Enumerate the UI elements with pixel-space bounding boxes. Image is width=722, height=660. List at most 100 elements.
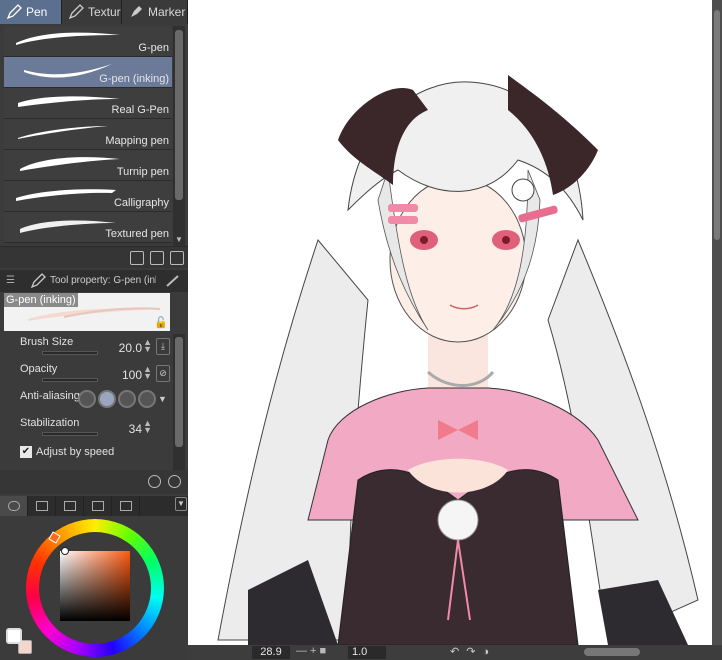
brush-list-toolbar: [0, 246, 188, 268]
brush-item-real-g-pen[interactable]: Real G-Pen: [4, 88, 172, 119]
spinner-icon[interactable]: ▲ ▼: [143, 365, 152, 381]
tool-property-header: ☰ Tool property: G-pen (inking): [0, 270, 188, 292]
tab-color-wheel[interactable]: [0, 496, 28, 516]
brush-label: Real G-Pen: [111, 104, 169, 116]
canvas-area: 28.9 — + ■ 1.0 ↶↷◑: [188, 0, 722, 660]
aa-weak-button[interactable]: [98, 390, 116, 408]
spinner-icon[interactable]: ▲ ▼: [143, 338, 152, 354]
tab-texture[interactable]: Texture: [62, 0, 122, 24]
stroke-preview-icon: [20, 157, 120, 171]
tab-color-slider[interactable]: [28, 496, 56, 516]
canvas-vertical-scrollbar[interactable]: [712, 0, 722, 645]
pen-icon: [6, 4, 22, 20]
tool-property-footer: [0, 470, 188, 494]
scrollbar-thumb[interactable]: [175, 337, 183, 447]
tab-label: Pen: [26, 5, 48, 19]
duplicate-icon[interactable]: [150, 251, 164, 265]
aa-medium-button[interactable]: [118, 390, 136, 408]
slider-icon: [35, 501, 48, 511]
saturation-value-square[interactable]: [60, 547, 130, 621]
color-panel-tabs: [0, 496, 188, 516]
adjust-by-speed-checkbox[interactable]: ✔ Adjust by speed: [20, 446, 114, 458]
brush-preview: G-pen (inking) 🔓: [4, 293, 170, 331]
aa-none-button[interactable]: [78, 390, 96, 408]
brush-item-calligraphy[interactable]: Calligraphy: [4, 181, 172, 212]
chevron-down-icon[interactable]: ▼: [173, 234, 185, 246]
aa-strong-button[interactable]: [138, 390, 156, 408]
wrench-icon[interactable]: [168, 475, 181, 488]
brush-list: G-pen G-pen (inking) Real G-Pen Mapping …: [4, 26, 172, 244]
zoom-controls[interactable]: — + ■: [296, 645, 326, 657]
lock-icon[interactable]: 🔓: [154, 316, 168, 329]
tool-property-list: Brush Size 20.0 ▲ ▼ ⤓ Opacity 100 ▲ ▼ ⊘ An…: [14, 334, 172, 458]
tab-approximate-color[interactable]: [112, 496, 140, 516]
scrollbar-thumb[interactable]: [714, 10, 720, 240]
stabilization-slider[interactable]: [42, 432, 98, 436]
stroke-preview-icon: [16, 189, 116, 201]
left-panel: Pen Texture Marker G-pen G-pen (inking): [0, 0, 188, 660]
wrench-icon: [30, 273, 46, 289]
brush-item-g-pen-inking[interactable]: G-pen (inking): [4, 57, 172, 88]
drawing-canvas[interactable]: [188, 0, 712, 645]
brush-item-g-pen[interactable]: G-pen: [4, 26, 172, 57]
zoom-value[interactable]: 28.9: [252, 646, 290, 659]
preview-brush-name: G-pen (inking): [4, 293, 78, 307]
property-label: Anti-aliasing: [20, 390, 80, 402]
chevron-down-icon[interactable]: ▼: [175, 497, 187, 511]
canvas-status-bar: 28.9 — + ■ 1.0 ↶↷◑: [188, 645, 722, 660]
brush-label: G-pen: [138, 42, 169, 54]
tab-label: Texture: [88, 5, 121, 19]
brush-item-textured-pen[interactable]: Textured pen: [4, 212, 172, 243]
navigation-icons[interactable]: ↶↷◑: [450, 645, 496, 658]
property-brush-size: Brush Size 20.0 ▲ ▼ ⤓: [14, 334, 172, 361]
opacity-settings-icon[interactable]: ⊘: [156, 365, 170, 382]
brush-label: Turnip pen: [116, 166, 169, 178]
brush-list-scrollbar[interactable]: ▼: [173, 26, 185, 246]
property-stabilization: Stabilization 34 ▲ ▼: [14, 415, 172, 442]
chevron-down-icon[interactable]: ▼: [158, 390, 170, 408]
canvas-horizontal-scrollbar[interactable]: [584, 648, 640, 656]
palette-icon: [63, 501, 76, 511]
brush-size-download-icon[interactable]: ⤓: [156, 338, 170, 355]
tab-label: Marker: [148, 5, 186, 19]
anti-aliasing-options: ▼: [78, 390, 170, 408]
brush-label: Mapping pen: [105, 135, 169, 147]
artwork-illustration: [217, 75, 699, 645]
opacity-value[interactable]: 100: [122, 368, 142, 382]
clip-studio-window: Pen Texture Marker G-pen G-pen (inking): [0, 0, 722, 660]
rotation-value[interactable]: 1.0: [348, 646, 386, 659]
stroke-preview-icon: [16, 32, 120, 45]
spinner-icon[interactable]: ▲ ▼: [143, 419, 152, 435]
tab-marker[interactable]: Marker: [122, 0, 188, 24]
brush-size-value[interactable]: 20.0: [119, 341, 142, 355]
checkmark-icon[interactable]: ✔: [20, 446, 32, 458]
scrollbar-thumb[interactable]: [175, 30, 183, 200]
property-scrollbar[interactable]: [173, 334, 185, 470]
tab-intermediate-color[interactable]: [84, 496, 112, 516]
settings-icon[interactable]: [148, 475, 161, 488]
download-icon[interactable]: [130, 251, 144, 265]
color-cursor[interactable]: [61, 547, 69, 555]
opacity-slider[interactable]: [42, 378, 98, 382]
stabilization-value[interactable]: 34: [129, 422, 142, 436]
trash-icon[interactable]: [170, 251, 184, 265]
property-label: Brush Size: [20, 336, 74, 348]
main-color-swatch[interactable]: [6, 628, 22, 644]
pencil-icon: [68, 4, 84, 20]
brush-item-mapping-pen[interactable]: Mapping pen: [4, 119, 172, 150]
edit-icon[interactable]: [166, 274, 180, 288]
color-wheel-icon: [7, 501, 20, 511]
checkbox-label: Adjust by speed: [36, 446, 115, 458]
stroke-preview-icon: [18, 96, 120, 107]
brush-item-turnip-pen[interactable]: Turnip pen: [4, 150, 172, 181]
tab-color-set[interactable]: [56, 496, 84, 516]
property-label: Stabilization: [20, 417, 80, 429]
brush-label: G-pen (inking): [99, 73, 169, 85]
brush-size-slider[interactable]: [42, 351, 98, 355]
brush-label: Textured pen: [105, 228, 169, 240]
tab-pen[interactable]: Pen: [0, 0, 62, 24]
sub-tool-tabs: Pen Texture Marker: [0, 0, 188, 24]
menu-icon[interactable]: ☰: [6, 275, 15, 286]
brush-label: Calligraphy: [113, 197, 169, 209]
property-opacity: Opacity 100 ▲ ▼ ⊘: [14, 361, 172, 388]
